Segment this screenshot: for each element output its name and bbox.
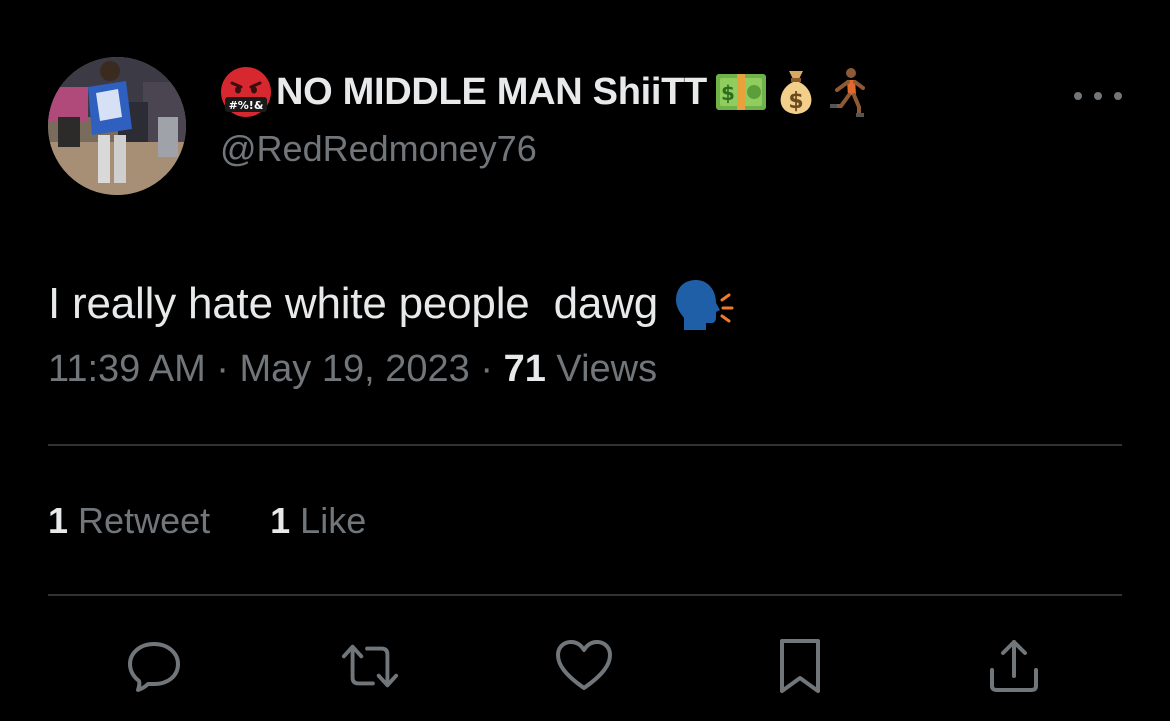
reply-icon[interactable]	[124, 636, 184, 696]
money-bag-icon: $	[773, 67, 819, 117]
meta-separator: ·	[205, 348, 240, 390]
tweet-text: I really hate white people dawg	[48, 279, 658, 328]
tweet-meta: 11:39 AM · May 19, 2023 · 71 Views	[48, 348, 657, 391]
views-space	[546, 348, 557, 390]
more-dot	[1114, 92, 1122, 100]
retweets-count: 1	[48, 500, 69, 541]
avatar[interactable]	[48, 57, 186, 195]
more-dot	[1094, 92, 1102, 100]
views-label: Views	[556, 348, 658, 390]
action-bar	[0, 636, 1170, 696]
dollar-banknote-icon: $	[715, 72, 767, 112]
author-handle[interactable]: @RedRedmoney76	[220, 128, 537, 170]
likes-stat[interactable]: 1 Like	[270, 500, 366, 542]
retweets-stat[interactable]: 1 Retweet	[48, 500, 210, 542]
author-name-row[interactable]: #%!& NO MIDDLE MAN ShiiTT $ $	[220, 66, 869, 118]
svg-text:$: $	[788, 89, 803, 114]
likes-label: Like	[300, 500, 367, 541]
more-dot	[1074, 92, 1082, 100]
tweet-date[interactable]: May 19, 2023	[240, 348, 470, 390]
tweet-stats: 1 Retweet 1 Like	[48, 500, 426, 542]
person-running-icon	[829, 66, 869, 118]
svg-text:#%!&: #%!&	[229, 99, 264, 112]
divider-top	[48, 444, 1122, 446]
bookmark-icon[interactable]	[770, 636, 830, 696]
meta-separator: ·	[469, 348, 504, 390]
likes-count: 1	[270, 500, 291, 541]
views-count: 71	[503, 348, 546, 390]
tweet-time[interactable]: 11:39 AM	[48, 348, 206, 390]
share-icon[interactable]	[984, 636, 1044, 696]
divider-bottom	[48, 594, 1122, 596]
svg-text:$: $	[721, 81, 735, 105]
retweet-icon[interactable]	[340, 636, 400, 696]
more-options-icon[interactable]	[1074, 84, 1122, 108]
heart-icon[interactable]	[554, 636, 614, 696]
tweet-detail: #%!& NO MIDDLE MAN ShiiTT $ $ @RedRedmon…	[0, 0, 1170, 721]
author-display-name[interactable]: NO MIDDLE MAN ShiiTT	[276, 71, 707, 114]
retweets-label: Retweet	[78, 500, 211, 541]
face-with-symbols-on-mouth-icon: #%!&	[220, 66, 272, 118]
speaking-head-icon	[672, 240, 734, 368]
